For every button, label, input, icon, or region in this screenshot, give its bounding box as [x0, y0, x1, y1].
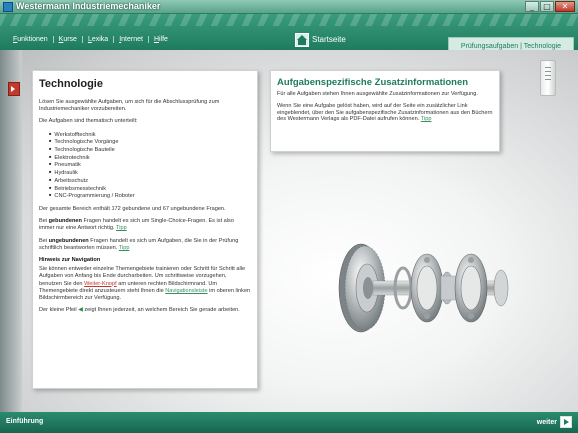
navigation-hint-text: Sie können entweder einzelne Themengebie… [39, 266, 251, 301]
main-menu: Funktionen Kurse Lexika Internet Hilfe [8, 36, 173, 43]
startseite-label: Startseite [312, 35, 346, 44]
weiter-knopf-link[interactable]: Weiter-Knopf [84, 281, 117, 287]
menu-item-internet[interactable]: Internet [114, 36, 149, 43]
book-icon[interactable] [540, 60, 556, 96]
navigation-hint-heading: Hinweis zur Navigation [39, 256, 101, 263]
home-icon [295, 32, 309, 47]
tipp-link[interactable]: Tipp [421, 116, 432, 122]
weiter-button[interactable]: weiter [537, 416, 572, 428]
gear-bearing-illustration [338, 243, 509, 333]
header-decoration [0, 14, 578, 26]
minimize-button[interactable]: _ [525, 1, 539, 12]
list-item: Hydraulik [49, 169, 251, 177]
list-item: Technologische Vorgänge [49, 138, 251, 146]
list-item: Werkstofftechnik [49, 131, 251, 139]
app-icon [3, 2, 13, 12]
bound-questions-text: Bei gebundenen Fragen handelt es sich um… [39, 218, 234, 232]
list-item: Pneumatik [49, 161, 251, 169]
close-button[interactable]: ✕ [555, 1, 575, 12]
einfuehrung-button[interactable]: Einführung [6, 418, 43, 425]
menu-item-kurse[interactable]: Kurse [54, 36, 83, 43]
arrow-right-icon [560, 416, 572, 428]
list-item: Betriebsmesstechnik [49, 185, 251, 193]
tipp-link[interactable]: Tipp [116, 225, 127, 231]
navigation-hint: Hinweis zur Navigation [39, 257, 251, 264]
weiter-label: weiter [536, 418, 557, 426]
unbound-questions-text: Bei ungebundenen Fragen handelt es sich … [39, 237, 239, 251]
panel-title: Technologie [39, 78, 103, 90]
list-item: Arbeitsschutz [49, 177, 251, 185]
window-titlebar: Westermann Industriemechaniker _ □ ✕ [0, 0, 578, 14]
zusatz-text-1: Für alle Aufgaben stehen Ihnen ausgewähl… [277, 91, 478, 97]
list-item: CNC-Programmierung / Roboter [49, 192, 251, 200]
zusatz-text-2: Wenn Sie eine Aufgabe gelöst haben, wird… [277, 102, 493, 123]
zusatzinformationen-panel: Aufgabenspezifische Zusatzinformationen … [270, 70, 500, 152]
tipp-link[interactable]: Tipp [119, 245, 130, 251]
menu-item-hilfe[interactable]: Hilfe [149, 36, 173, 43]
technologie-panel: Technologie Lösen Sie ausgewählte Aufgab… [32, 70, 258, 389]
list-item: Technologische Bauteile [49, 146, 251, 154]
list-item: Elektrotechnik [49, 154, 251, 162]
window-title: Westermann Industriemechaniker [16, 1, 161, 11]
menu-item-lexika[interactable]: Lexika [83, 36, 115, 43]
navigationsleiste-link[interactable]: Navigationsleiste [165, 288, 207, 294]
menu-item-funktionen[interactable]: Funktionen [8, 36, 54, 43]
maximize-button[interactable]: □ [540, 1, 554, 12]
arrow-hint-text: Der kleine Pfeil ◀ zeigt Ihnen jederzeit… [39, 307, 240, 314]
intro-text: Lösen Sie ausgewählte Aufgaben, um sich … [39, 99, 220, 113]
topic-list: Werkstofftechnik Technologische Vorgänge… [49, 131, 251, 200]
window-controls: _ □ ✕ [525, 1, 575, 12]
header-band: Funktionen Kurse Lexika Internet Hilfe S… [0, 14, 578, 57]
startseite-button[interactable]: Startseite [295, 32, 346, 47]
left-sidebar-strip [0, 50, 22, 412]
total-questions-text: Der gesamte Bereich enthält 172 gebunden… [39, 205, 226, 212]
footer-bar: Einführung weiter [0, 412, 578, 433]
panel-title: Aufgabenspezifische Zusatzinformationen [277, 77, 469, 88]
sidebar-toggle-tab[interactable] [8, 82, 20, 96]
list-intro-text: Die Aufgaben sind thematisch unterteilt: [39, 118, 138, 125]
